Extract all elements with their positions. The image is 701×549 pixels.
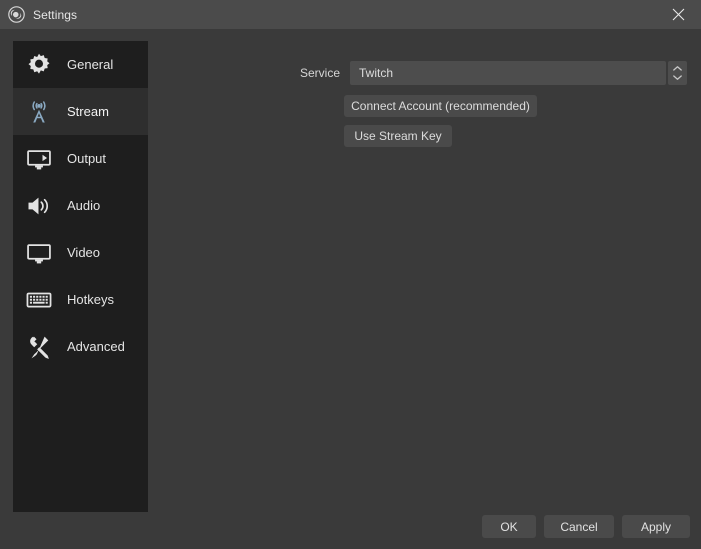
monitor-arrow-icon <box>23 143 55 175</box>
service-row: Service Twitch <box>300 61 688 85</box>
settings-dialog: Settings General Stream Output Audio Vid… <box>0 0 701 549</box>
cancel-button[interactable]: Cancel <box>544 515 614 538</box>
keyboard-icon <box>23 284 55 316</box>
connect-account-button[interactable]: Connect Account (recommended) <box>344 95 537 117</box>
dialog-footer: OK Cancel Apply <box>482 515 690 538</box>
stream-settings-pane: Service Twitch Connect Account (recommen… <box>160 41 691 504</box>
sidebar-item-label: Hotkeys <box>67 292 114 307</box>
tools-icon <box>23 331 55 363</box>
service-spinner[interactable] <box>668 61 688 85</box>
sidebar-item-advanced[interactable]: Advanced <box>13 323 148 370</box>
sidebar-item-label: Advanced <box>67 339 125 354</box>
ok-button[interactable]: OK <box>482 515 536 538</box>
service-combobox[interactable]: Twitch <box>350 61 667 85</box>
sidebar-item-general[interactable]: General <box>13 41 148 88</box>
sidebar-item-output[interactable]: Output <box>13 135 148 182</box>
sidebar-item-label: Audio <box>67 198 101 213</box>
apply-button[interactable]: Apply <box>622 515 690 538</box>
title-bar: Settings <box>0 0 701 29</box>
service-label: Service <box>300 66 341 80</box>
broadcast-icon <box>23 96 55 128</box>
sidebar-item-audio[interactable]: Audio <box>13 182 148 229</box>
speaker-icon <box>23 190 55 222</box>
gear-icon <box>23 49 55 81</box>
close-icon[interactable] <box>656 0 701 29</box>
title-bar-left: Settings <box>8 0 77 29</box>
use-stream-key-button[interactable]: Use Stream Key <box>344 125 452 147</box>
obs-logo-icon <box>8 6 25 23</box>
sidebar-item-label: General <box>67 57 114 72</box>
sidebar-item-stream[interactable]: Stream <box>13 88 148 135</box>
sidebar-item-hotkeys[interactable]: Hotkeys <box>13 276 148 323</box>
display-icon <box>23 237 55 269</box>
sidebar-item-label: Video <box>67 245 101 260</box>
sidebar-item-video[interactable]: Video <box>13 229 148 276</box>
chevron-up-icon[interactable] <box>673 66 682 71</box>
chevron-down-icon[interactable] <box>673 75 682 80</box>
window-title: Settings <box>33 7 78 22</box>
sidebar-item-label: Output <box>67 151 107 166</box>
sidebar-item-label: Stream <box>67 104 109 119</box>
service-selected-value: Twitch <box>359 66 394 80</box>
settings-sidebar: General Stream Output Audio Video Hotkey… <box>13 41 148 512</box>
